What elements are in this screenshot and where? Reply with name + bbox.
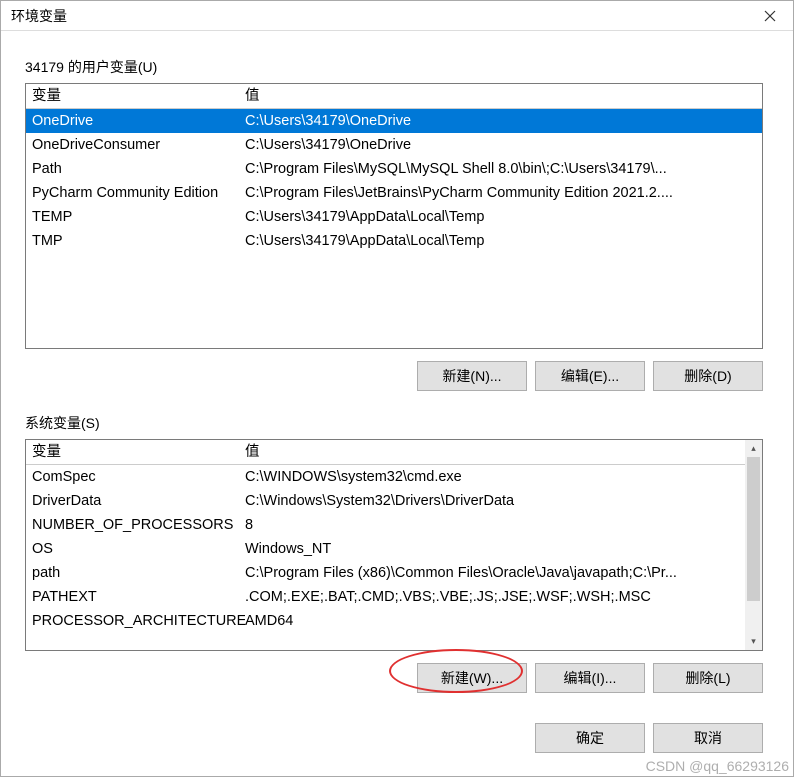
user-vars-label: 34179 的用户变量(U) xyxy=(25,57,763,77)
close-icon[interactable] xyxy=(747,1,793,31)
table-row[interactable]: OneDriveConsumerC:\Users\34179\OneDrive xyxy=(26,133,762,157)
cell-variable: PATHEXT xyxy=(32,585,245,609)
cell-value: AMD64 xyxy=(245,609,739,633)
user-edit-button[interactable]: 编辑(E)... xyxy=(535,361,645,391)
system-delete-button[interactable]: 删除(L) xyxy=(653,663,763,693)
cell-value: 8 xyxy=(245,513,739,537)
cell-value: Windows_NT xyxy=(245,537,739,561)
dialog-buttons: 确定 取消 xyxy=(25,723,763,753)
system-vars-label: 系统变量(S) xyxy=(25,413,763,433)
user-vars-buttons: 新建(N)... 编辑(E)... 删除(D) xyxy=(25,361,763,391)
cell-value: C:\Program Files\JetBrains\PyCharm Commu… xyxy=(245,181,756,205)
table-row[interactable]: TEMPC:\Users\34179\AppData\Local\Temp xyxy=(26,205,762,229)
table-row[interactable]: PROCESSOR_ARCHITECTUREAMD64 xyxy=(26,609,745,633)
user-table-header: 变量 值 xyxy=(26,84,762,109)
cell-value: C:\Users\34179\AppData\Local\Temp xyxy=(245,229,756,253)
cell-variable: ComSpec xyxy=(32,465,245,489)
cell-variable: OneDriveConsumer xyxy=(32,133,245,157)
system-vars-buttons: 新建(W)... 编辑(I)... 删除(L) xyxy=(25,663,763,693)
ok-button[interactable]: 确定 xyxy=(535,723,645,753)
table-row[interactable]: ComSpecC:\WINDOWS\system32\cmd.exe xyxy=(26,465,745,489)
cell-value: C:\Windows\System32\Drivers\DriverData xyxy=(245,489,739,513)
cell-value: .COM;.EXE;.BAT;.CMD;.VBS;.VBE;.JS;.JSE;.… xyxy=(245,585,739,609)
window-title: 环境变量 xyxy=(11,6,67,26)
table-row[interactable]: PyCharm Community EditionC:\Program File… xyxy=(26,181,762,205)
system-scrollbar[interactable]: ▴ ▾ xyxy=(745,440,762,650)
user-vars-table[interactable]: 变量 值 OneDriveC:\Users\34179\OneDriveOneD… xyxy=(25,83,763,349)
scroll-down-icon[interactable]: ▾ xyxy=(745,633,762,650)
system-edit-button[interactable]: 编辑(I)... xyxy=(535,663,645,693)
cell-variable: DriverData xyxy=(32,489,245,513)
system-vars-table[interactable]: 变量 值 ComSpecC:\WINDOWS\system32\cmd.exeD… xyxy=(25,439,763,651)
watermark: CSDN @qq_66293126 xyxy=(646,758,789,774)
cell-value: C:\Users\34179\AppData\Local\Temp xyxy=(245,205,756,229)
cell-variable: OneDrive xyxy=(32,109,245,133)
scroll-thumb[interactable] xyxy=(747,457,760,601)
cell-variable: path xyxy=(32,561,245,585)
scroll-track[interactable] xyxy=(745,457,762,633)
cell-value: C:\Program Files\MySQL\MySQL Shell 8.0\b… xyxy=(245,157,756,181)
table-row[interactable]: PATHEXT.COM;.EXE;.BAT;.CMD;.VBS;.VBE;.JS… xyxy=(26,585,745,609)
system-table-header: 变量 值 xyxy=(26,440,745,465)
cell-variable: Path xyxy=(32,157,245,181)
table-row[interactable]: PathC:\Program Files\MySQL\MySQL Shell 8… xyxy=(26,157,762,181)
cell-value: C:\Users\34179\OneDrive xyxy=(245,109,756,133)
col-header-variable[interactable]: 变量 xyxy=(32,440,245,464)
system-new-button[interactable]: 新建(W)... xyxy=(417,663,527,693)
col-header-variable[interactable]: 变量 xyxy=(32,84,245,108)
cell-value: C:\Users\34179\OneDrive xyxy=(245,133,756,157)
table-row[interactable]: DriverDataC:\Windows\System32\Drivers\Dr… xyxy=(26,489,745,513)
cell-value: C:\Program Files (x86)\Common Files\Orac… xyxy=(245,561,739,585)
cell-variable: PyCharm Community Edition xyxy=(32,181,245,205)
col-header-value[interactable]: 值 xyxy=(245,84,756,108)
cancel-button[interactable]: 取消 xyxy=(653,723,763,753)
scroll-up-icon[interactable]: ▴ xyxy=(745,440,762,457)
cell-variable: TMP xyxy=(32,229,245,253)
cell-variable: PROCESSOR_ARCHITECTURE xyxy=(32,609,245,633)
table-row[interactable]: NUMBER_OF_PROCESSORS8 xyxy=(26,513,745,537)
table-row[interactable]: OneDriveC:\Users\34179\OneDrive xyxy=(26,109,762,133)
content: 34179 的用户变量(U) 变量 值 OneDriveC:\Users\341… xyxy=(1,31,793,753)
cell-variable: OS xyxy=(32,537,245,561)
titlebar: 环境变量 xyxy=(1,1,793,31)
cell-value: C:\WINDOWS\system32\cmd.exe xyxy=(245,465,739,489)
cell-variable: NUMBER_OF_PROCESSORS xyxy=(32,513,245,537)
table-row[interactable]: OSWindows_NT xyxy=(26,537,745,561)
user-new-button[interactable]: 新建(N)... xyxy=(417,361,527,391)
col-header-value[interactable]: 值 xyxy=(245,440,739,464)
table-row[interactable]: TMPC:\Users\34179\AppData\Local\Temp xyxy=(26,229,762,253)
user-delete-button[interactable]: 删除(D) xyxy=(653,361,763,391)
table-row[interactable]: pathC:\Program Files (x86)\Common Files\… xyxy=(26,561,745,585)
cell-variable: TEMP xyxy=(32,205,245,229)
